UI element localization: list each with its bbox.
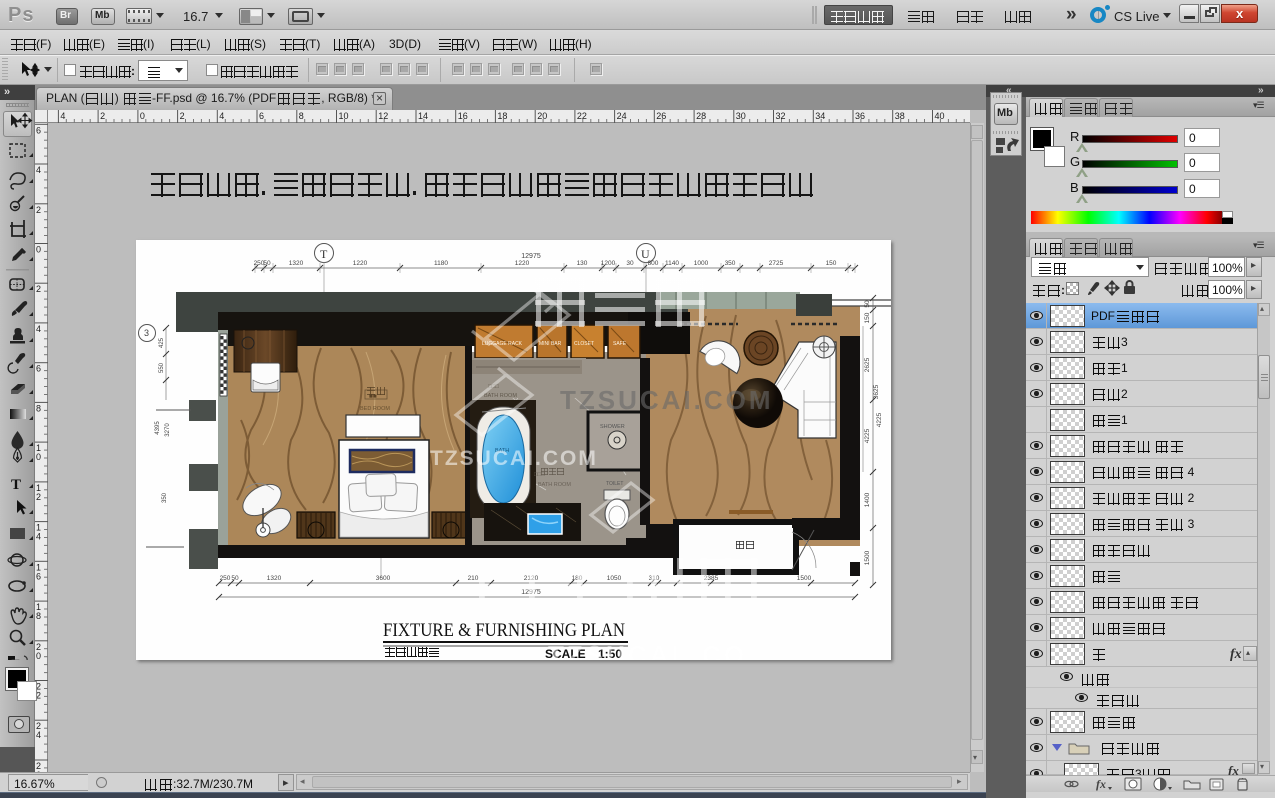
svg-text:20: 20 — [537, 111, 547, 121]
svg-text:0: 0 — [36, 452, 41, 462]
svg-text:2: 2 — [36, 284, 41, 294]
svg-text:22: 22 — [577, 111, 587, 121]
svg-text:4: 4 — [36, 165, 41, 175]
svg-text:2: 2 — [36, 205, 41, 215]
svg-text:32: 32 — [776, 111, 786, 121]
svg-text:26: 26 — [656, 111, 666, 121]
svg-text:4: 4 — [36, 730, 41, 740]
svg-text:6: 6 — [36, 125, 41, 135]
svg-text:30: 30 — [736, 111, 746, 121]
svg-text:8: 8 — [36, 403, 41, 413]
svg-text:2: 2 — [36, 492, 41, 502]
svg-text:fx: fx — [1096, 777, 1106, 791]
svg-text:18: 18 — [497, 111, 507, 121]
svg-text:14: 14 — [418, 111, 428, 121]
svg-text:6: 6 — [259, 111, 264, 121]
svg-text:2: 2 — [180, 111, 185, 121]
svg-text:4: 4 — [36, 324, 41, 334]
svg-text:0: 0 — [36, 245, 41, 255]
svg-text:28: 28 — [696, 111, 706, 121]
svg-text:T: T — [11, 477, 21, 493]
svg-text:12: 12 — [378, 111, 388, 121]
svg-text:2: 2 — [100, 111, 105, 121]
svg-text:40: 40 — [935, 111, 945, 121]
svg-text:0: 0 — [140, 111, 145, 121]
svg-text:34: 34 — [815, 111, 825, 121]
svg-text:10: 10 — [339, 111, 349, 121]
svg-text:6: 6 — [36, 571, 41, 581]
svg-text:36: 36 — [855, 111, 865, 121]
svg-text:4: 4 — [60, 111, 65, 121]
svg-text:4: 4 — [36, 532, 41, 542]
svg-text:6: 6 — [36, 364, 41, 374]
svg-text:8: 8 — [299, 111, 304, 121]
svg-text:24: 24 — [617, 111, 627, 121]
svg-text:16: 16 — [458, 111, 468, 121]
svg-text:4: 4 — [219, 111, 224, 121]
svg-text:8: 8 — [36, 611, 41, 621]
svg-text:0: 0 — [36, 651, 41, 661]
svg-text:38: 38 — [895, 111, 905, 121]
